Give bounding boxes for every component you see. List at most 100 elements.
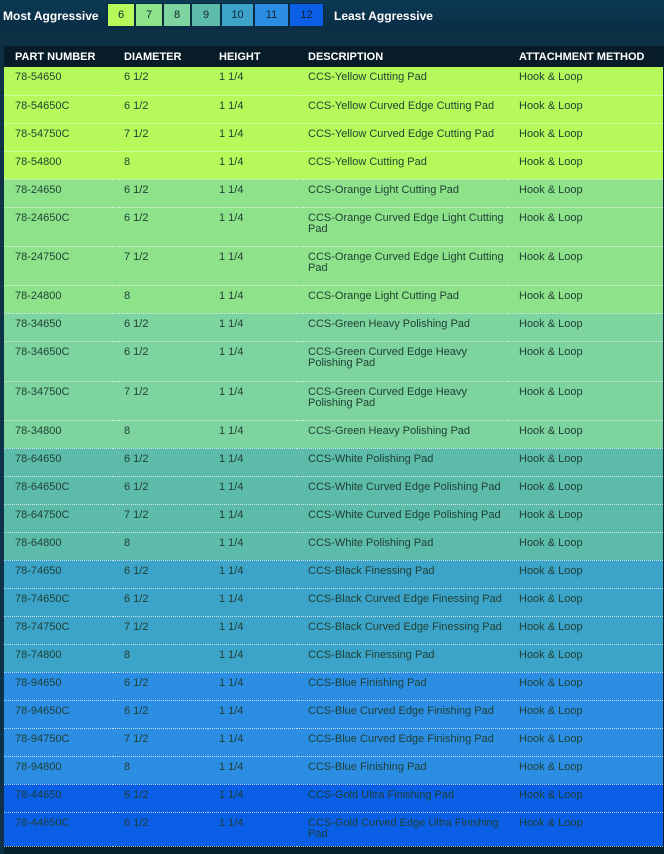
table-body: 78-54650 6 1/2 1 1/4 CCS-Yellow Cutting Pad… [4,67,663,847]
height-cell: 1 1/4 [208,123,297,152]
height-cell: 1 1/4 [208,207,297,247]
part-number-cell: 78-64750C [4,504,113,533]
height-cell: 1 1/4 [208,95,297,124]
attachment-method-cell: Hook & Loop [508,420,663,449]
legend-level-0: 6 [107,3,135,27]
attachment-method-cell: Hook & Loop [508,67,663,96]
diameter-cell: 7 1/2 [113,616,208,645]
table-row: 78-94650 6 1/2 1 1/4 CCS-Blue Finishing Pad… [4,672,663,701]
height-cell: 1 1/4 [208,67,297,96]
height-cell: 1 1/4 [208,616,297,645]
part-number-cell: 78-34750C [4,381,113,421]
description-cell: CCS-White Curved Edge Polishing Pad [297,504,508,533]
attachment-method-cell: Hook & Loop [508,476,663,505]
attachment-method-cell: Hook & Loop [508,246,663,286]
description-cell: CCS-Orange Curved Edge Light Cutting Pad [297,207,508,247]
legend-level-2: 8 [163,3,191,27]
diameter-cell: 6 1/2 [113,476,208,505]
part-number-cell: 78-24750C [4,246,113,286]
diameter-cell: 6 1/2 [113,812,208,847]
attachment-method-cell: Hook & Loop [508,784,663,813]
height-cell: 1 1/4 [208,784,297,813]
description-cell: CCS-Black Curved Edge Finessing Pad [297,616,508,645]
table-row: 78-24800 8 1 1/4 CCS-Orange Light Cutting P… [4,285,663,314]
part-number-cell: 78-64800 [4,532,113,561]
most-aggressive-label: Most Aggressive [3,9,99,23]
part-number-cell: 78-94750C [4,728,113,757]
attachment-method-cell: Hook & Loop [508,123,663,152]
diameter-cell: 7 1/2 [113,123,208,152]
description-cell: CCS-Yellow Cutting Pad [297,67,508,96]
diameter-cell: 6 1/2 [113,313,208,342]
part-number-cell: 78-94650 [4,672,113,701]
table-row: 78-74750C 7 1/2 1 1/4 CCS-Black Curved Edge… [4,616,663,645]
table-row: 78-94750C 7 1/2 1 1/4 CCS-Blue Curved Edge … [4,728,663,757]
description-cell: CCS-White Polishing Pad [297,448,508,477]
height-cell: 1 1/4 [208,812,297,847]
diameter-cell: 8 [113,420,208,449]
diameter-cell: 6 1/2 [113,179,208,208]
part-number-cell: 78-64650C [4,476,113,505]
height-cell: 1 1/4 [208,728,297,757]
description-cell: CCS-Blue Finishing Pad [297,756,508,785]
diameter-cell: 6 1/2 [113,67,208,96]
table-row: 78-74650 6 1/2 1 1/4 CCS-Black Finessing Pa… [4,560,663,589]
attachment-method-cell: Hook & Loop [508,313,663,342]
diameter-cell: 6 1/2 [113,700,208,729]
header-description: DESCRIPTION [297,46,508,67]
attachment-method-cell: Hook & Loop [508,560,663,589]
part-number-cell: 78-94800 [4,756,113,785]
table-row: 78-64650C 6 1/2 1 1/4 CCS-White Curved Edge… [4,476,663,505]
diameter-cell: 7 1/2 [113,728,208,757]
part-number-cell: 78-54650 [4,67,113,96]
diameter-cell: 8 [113,644,208,673]
table-row: 78-24650 6 1/2 1 1/4 CCS-Orange Light Cutti… [4,179,663,208]
height-cell: 1 1/4 [208,420,297,449]
attachment-method-cell: Hook & Loop [508,95,663,124]
height-cell: 1 1/4 [208,644,297,673]
table-row: 78-64800 8 1 1/4 CCS-White Polishing Pad Hoo… [4,532,663,561]
part-number-cell: 78-34650 [4,313,113,342]
table-header-row: PART NUMBER DIAMETER HEIGHT DESCRIPTION … [4,46,663,67]
diameter-cell: 8 [113,756,208,785]
part-number-cell: 78-54800 [4,151,113,180]
description-cell: CCS-Orange Light Cutting Pad [297,285,508,314]
part-number-cell: 78-74650 [4,560,113,589]
attachment-method-cell: Hook & Loop [508,672,663,701]
part-number-cell: 78-34800 [4,420,113,449]
diameter-cell: 6 1/2 [113,448,208,477]
attachment-method-cell: Hook & Loop [508,812,663,847]
height-cell: 1 1/4 [208,381,297,421]
diameter-cell: 8 [113,285,208,314]
table-row: 78-44650 6 1/2 1 1/4 CCS-Gold Ultra Finishi… [4,784,663,813]
diameter-cell: 6 1/2 [113,341,208,382]
description-cell: CCS-Orange Curved Edge Light Cutting Pad [297,246,508,286]
part-number-cell: 78-64650 [4,448,113,477]
height-cell: 1 1/4 [208,532,297,561]
description-cell: CCS-Blue Finishing Pad [297,672,508,701]
diameter-cell: 7 1/2 [113,504,208,533]
aggressiveness-legend: Most Aggressive 6 7 8 9 10 11 12 Least Aggress… [0,0,664,30]
legend-level-5: 11 [254,3,289,27]
height-cell: 1 1/4 [208,560,297,589]
height-cell: 1 1/4 [208,476,297,505]
diameter-cell: 6 1/2 [113,560,208,589]
part-number-cell: 78-94650C [4,700,113,729]
table-row: 78-94650C 6 1/2 1 1/4 CCS-Blue Curved Edge … [4,700,663,729]
height-cell: 1 1/4 [208,504,297,533]
header-diameter: DIAMETER [113,46,208,67]
table-row: 78-34750C 7 1/2 1 1/4 CCS-Green Curved Edge… [4,381,663,421]
table-row: 78-24750C 7 1/2 1 1/4 CCS-Orange Curved Edg… [4,246,663,286]
description-cell: CCS-White Curved Edge Polishing Pad [297,476,508,505]
product-table: PART NUMBER DIAMETER HEIGHT DESCRIPTION … [4,46,663,847]
height-cell: 1 1/4 [208,448,297,477]
description-cell: CCS-Gold Curved Edge Ultra Finishing Pad [297,812,508,847]
table-row: 78-44650C 6 1/2 1 1/4 CCS-Gold Curved Edge … [4,812,663,847]
part-number-cell: 78-24650 [4,179,113,208]
description-cell: CCS-Orange Light Cutting Pad [297,179,508,208]
attachment-method-cell: Hook & Loop [508,532,663,561]
diameter-cell: 6 1/2 [113,207,208,247]
attachment-method-cell: Hook & Loop [508,644,663,673]
header-attachment-method: ATTACHMENT METHOD [508,46,663,67]
legend-level-1: 7 [135,3,163,27]
